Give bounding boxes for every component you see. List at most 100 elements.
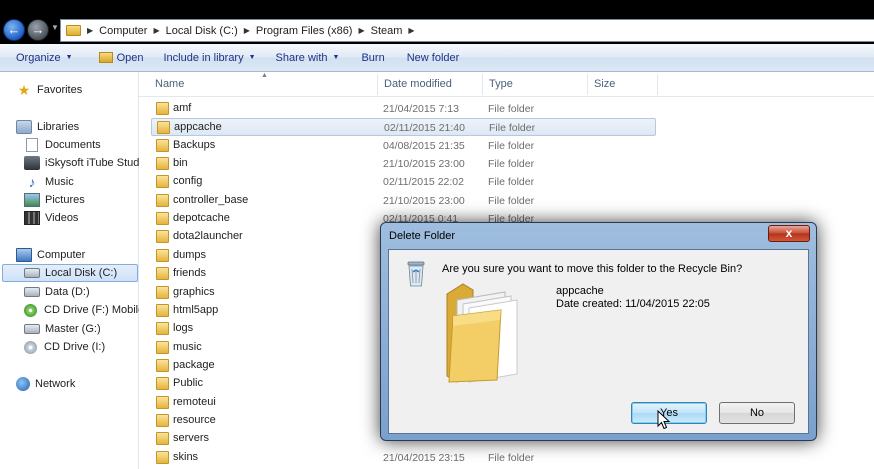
- pictures-icon: [24, 193, 40, 207]
- breadcrumb-separator-icon[interactable]: ▶: [87, 26, 93, 35]
- column-header-size[interactable]: Size: [594, 78, 615, 90]
- nav-computer[interactable]: Computer: [16, 246, 85, 264]
- file-row[interactable]: Backups 04/08/2015 21:35 File folder: [151, 137, 656, 155]
- breadcrumb-separator-icon[interactable]: ▶: [358, 26, 364, 35]
- libraries-icon: [16, 120, 32, 134]
- nav-label: Network: [35, 378, 76, 390]
- new-folder-button[interactable]: New folder: [399, 47, 468, 69]
- folder-icon: [156, 138, 169, 152]
- nav-label: CD Drive (I:): [44, 341, 106, 353]
- file-type: File folder: [488, 451, 535, 464]
- nav-label: Libraries: [37, 121, 80, 133]
- folder-icon: [66, 25, 81, 36]
- nav-music[interactable]: ♪ Music: [24, 173, 74, 191]
- breadcrumb-steam[interactable]: Steam: [371, 25, 403, 37]
- file-row[interactable]: amf 21/04/2015 7:13 File folder: [151, 100, 656, 118]
- file-type: File folder: [488, 176, 535, 189]
- file-name: skins: [173, 450, 199, 463]
- folder-icon: [156, 267, 169, 281]
- breadcrumb-separator-icon[interactable]: ▶: [244, 26, 250, 35]
- file-name: resource: [173, 413, 216, 426]
- file-row[interactable]: config 02/11/2015 22:02 File folder: [151, 173, 656, 191]
- nav-label: Favorites: [37, 84, 83, 96]
- no-button[interactable]: No: [719, 402, 795, 424]
- drive-icon: [24, 324, 40, 334]
- file-type: File folder: [488, 103, 535, 115]
- nav-documents[interactable]: Documents: [24, 136, 101, 154]
- file-type: File folder: [489, 122, 536, 135]
- column-header-name[interactable]: Name: [155, 78, 184, 90]
- file-row[interactable]: appcache 02/11/2015 21:40 File folder: [151, 118, 656, 137]
- nav-iskysoft[interactable]: iSkysoft iTube Studio: [24, 154, 148, 172]
- file-name: appcache: [174, 121, 222, 134]
- nav-data-drive[interactable]: Data (D:): [24, 283, 90, 301]
- file-name: Public: [173, 377, 203, 390]
- iskysoft-app-icon: [24, 156, 40, 170]
- nav-label: Music: [45, 176, 74, 188]
- file-name: package: [173, 358, 215, 371]
- column-divider[interactable]: [657, 74, 658, 95]
- network-icon: [16, 377, 30, 391]
- folder-icon: [157, 121, 170, 135]
- file-name: Backups: [173, 138, 216, 151]
- nav-label: Computer: [37, 249, 86, 261]
- address-field[interactable]: ▶ Computer ▶ Local Disk (C:) ▶ Program F…: [60, 19, 874, 42]
- dropdown-arrow-icon: ▼: [65, 54, 73, 61]
- mouse-cursor-icon: [657, 410, 671, 430]
- item-date-created: Date created: 11/04/2015 22:05: [556, 298, 710, 310]
- nav-favorites[interactable]: ★ Favorites: [16, 81, 83, 99]
- breadcrumb-computer[interactable]: Computer: [99, 25, 147, 37]
- column-divider[interactable]: [482, 74, 483, 95]
- open-label: Open: [116, 51, 144, 64]
- column-divider[interactable]: [377, 74, 378, 95]
- forward-arrow-icon: →: [31, 22, 45, 37]
- breadcrumb-separator-icon[interactable]: ▶: [408, 26, 414, 35]
- cd-drive-icon: [24, 303, 37, 317]
- breadcrumb-local-disk[interactable]: Local Disk (C:): [166, 25, 238, 37]
- forward-button[interactable]: →: [27, 19, 49, 41]
- breadcrumb-program-files[interactable]: Program Files (x86): [256, 25, 353, 37]
- column-header-type[interactable]: Type: [489, 78, 513, 90]
- folder-icon: [156, 303, 169, 317]
- nav-libraries[interactable]: Libraries: [16, 118, 79, 136]
- burn-button[interactable]: Burn: [353, 47, 392, 69]
- file-date-modified: 21/10/2015 23:00: [383, 158, 465, 171]
- computer-icon: [16, 248, 32, 262]
- large-folder-icon: [446, 283, 518, 383]
- sort-ascending-icon: ▲: [261, 72, 268, 79]
- nav-master-drive[interactable]: Master (G:): [24, 320, 101, 338]
- folder-icon: [156, 285, 169, 299]
- recent-pages-dropdown-icon[interactable]: ▼: [51, 23, 59, 32]
- file-row[interactable]: bin 21/10/2015 23:00 File folder: [151, 155, 656, 173]
- folder-icon: [156, 157, 169, 171]
- star-icon: ★: [17, 82, 31, 98]
- nav-pictures[interactable]: Pictures: [24, 191, 85, 209]
- nav-videos[interactable]: Videos: [24, 209, 78, 227]
- file-type: File folder: [488, 158, 535, 171]
- include-in-library-button[interactable]: Include in library ▼: [156, 47, 264, 69]
- file-row[interactable]: controller_base 21/10/2015 23:00 File fold…: [151, 192, 656, 210]
- back-button[interactable]: ←: [3, 19, 25, 41]
- nav-cd-drive-f[interactable]: CD Drive (F:) Mobile: [24, 301, 144, 319]
- share-with-button[interactable]: Share with ▼: [268, 47, 348, 69]
- column-divider[interactable]: [587, 74, 588, 95]
- open-button[interactable]: Open: [91, 47, 152, 69]
- folder-icon: [156, 413, 169, 427]
- file-name: bin: [173, 157, 188, 170]
- file-name: html5app: [173, 303, 219, 316]
- file-name: remoteui: [173, 395, 216, 408]
- nav-network[interactable]: Network: [16, 375, 75, 393]
- item-name: appcache: [556, 285, 604, 297]
- column-header-date-modified[interactable]: Date modified: [384, 78, 452, 90]
- breadcrumb-separator-icon[interactable]: ▶: [153, 26, 159, 35]
- nav-cd-drive-i[interactable]: CD Drive (I:): [24, 338, 105, 356]
- close-button[interactable]: x: [768, 225, 810, 242]
- organize-button[interactable]: Organize ▼: [8, 47, 81, 69]
- no-label: No: [749, 407, 765, 419]
- file-name: config: [173, 175, 203, 188]
- dropdown-arrow-icon: ▼: [332, 54, 340, 61]
- file-row[interactable]: skins 21/04/2015 23:15 File folder: [151, 449, 656, 467]
- share-with-label: Share with: [275, 51, 328, 64]
- nav-local-disk[interactable]: Local Disk (C:): [2, 264, 138, 282]
- command-bar: Organize ▼ Open Include in library ▼ Sha…: [0, 44, 874, 72]
